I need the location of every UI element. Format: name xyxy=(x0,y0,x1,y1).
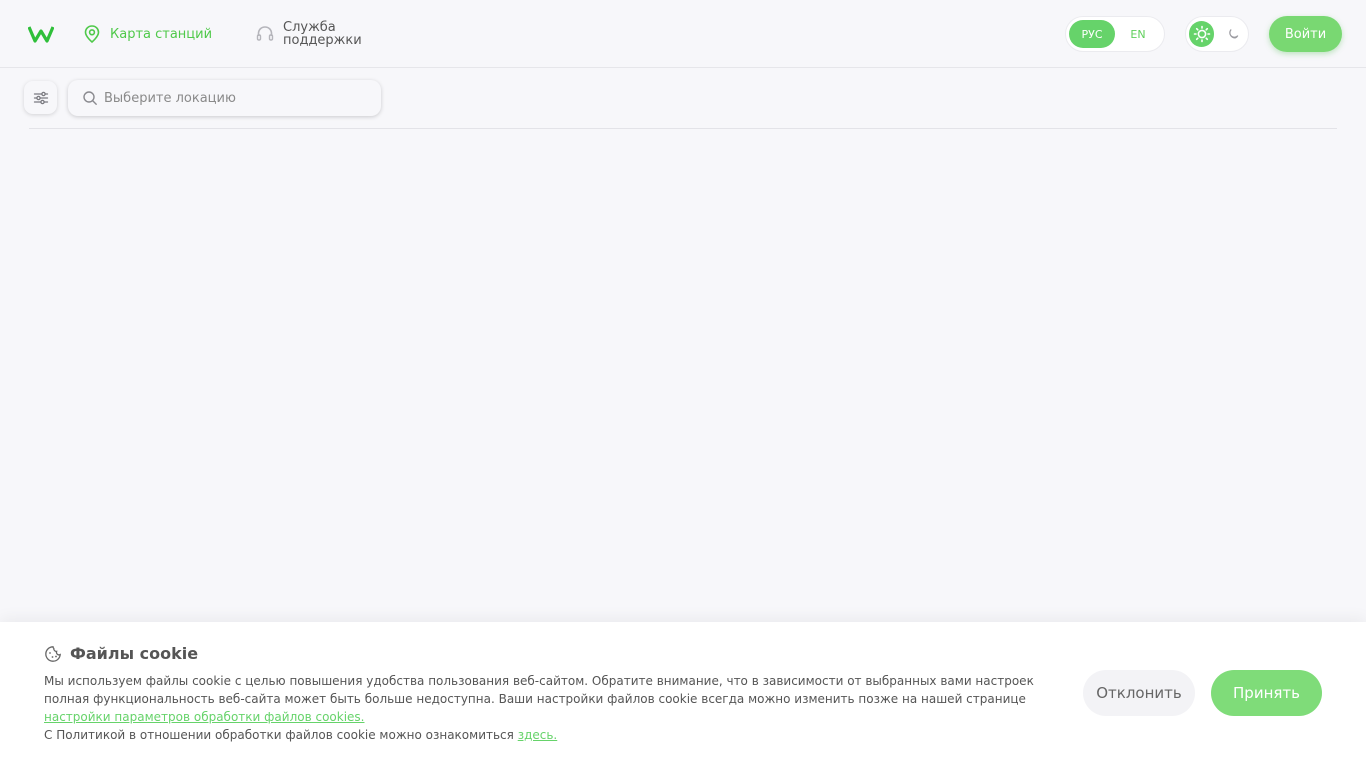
brand-logo[interactable] xyxy=(28,25,54,43)
filter-sliders-icon xyxy=(33,91,48,104)
search-icon xyxy=(83,91,97,105)
map-pin-icon xyxy=(84,25,100,44)
lang-ru-button[interactable]: РУС xyxy=(1069,20,1115,48)
dark-theme-button[interactable] xyxy=(1220,21,1245,47)
headset-icon xyxy=(256,26,274,41)
sun-icon xyxy=(1193,25,1210,43)
language-switch: РУС EN xyxy=(1065,16,1165,52)
nav-map-stations[interactable]: Карта станций xyxy=(82,23,212,45)
cookie-icon xyxy=(45,645,61,662)
filter-button[interactable] xyxy=(24,81,57,114)
lang-en-button[interactable]: EN xyxy=(1115,20,1161,48)
nav-support[interactable]: Служба поддержки xyxy=(255,20,373,48)
cookie-description: Мы используем файлы cookie с целью повыш… xyxy=(44,672,1044,744)
location-search-input[interactable] xyxy=(104,90,364,106)
content-divider xyxy=(29,128,1337,129)
accept-cookies-button[interactable]: Принять xyxy=(1211,670,1322,716)
cookie-title: Файлы cookie xyxy=(70,644,199,663)
light-theme-button[interactable] xyxy=(1189,21,1214,47)
cookie-policy-link[interactable]: здесь. xyxy=(518,728,558,742)
cookie-text-part-2: С Политикой в отношении обработки файлов… xyxy=(44,728,518,742)
cookie-title-row: Файлы cookie xyxy=(44,644,198,663)
nav-map-label: Карта станций xyxy=(110,26,213,42)
top-header: Карта станций Служба поддержки РУС EN Во… xyxy=(0,0,1366,68)
cookie-settings-link[interactable]: настройки параметров обработки файлов co… xyxy=(44,710,364,724)
login-button[interactable]: Войти xyxy=(1269,16,1342,52)
decline-cookies-button[interactable]: Отклонить xyxy=(1083,670,1195,716)
cookie-banner: Файлы cookie Мы используем файлы cookie … xyxy=(0,622,1366,768)
theme-switch xyxy=(1185,16,1249,52)
moon-icon xyxy=(1228,29,1238,39)
cookie-text-part-1: Мы используем файлы cookie с целью повыш… xyxy=(44,674,1034,706)
location-search xyxy=(68,80,381,116)
nav-support-label: Служба поддержки xyxy=(283,20,362,48)
